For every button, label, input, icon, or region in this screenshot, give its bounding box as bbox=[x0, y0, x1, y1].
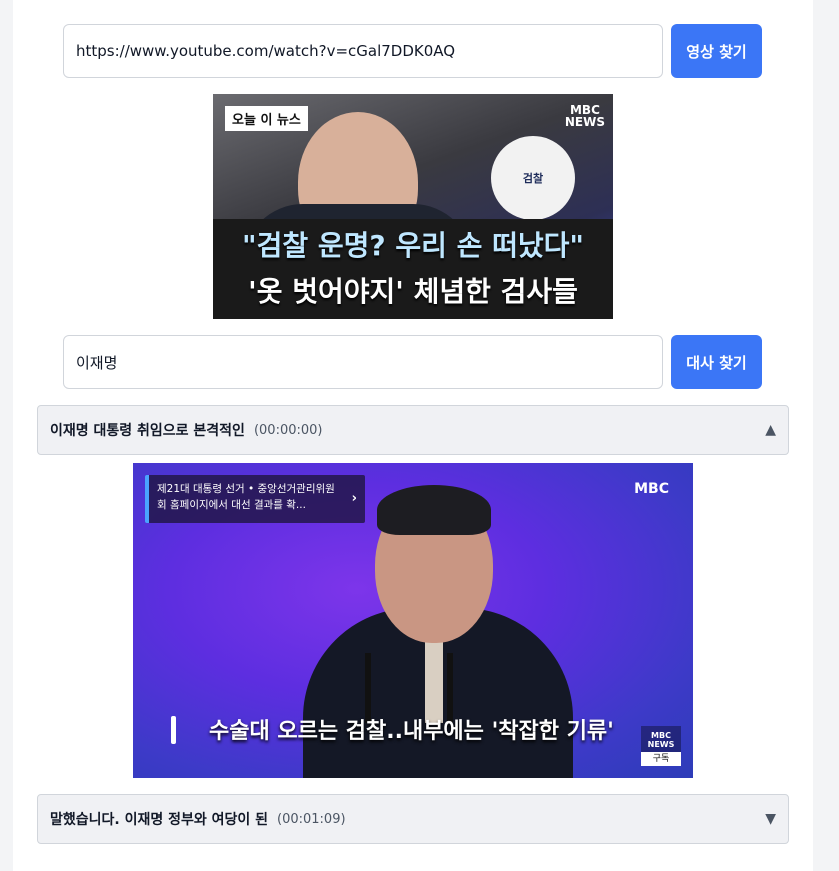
embedded-video-player[interactable]: 제21대 대통령 선거 • 중앙선거관리위원회 홈페이지에서 대선 결과를 확.… bbox=[133, 463, 693, 778]
line-search-row: 대사 찾기 bbox=[63, 335, 762, 389]
video-info-card[interactable]: 제21대 대통령 선거 • 중앙선거관리위원회 홈페이지에서 대선 결과를 확.… bbox=[145, 475, 365, 523]
caption-marker bbox=[171, 716, 176, 744]
info-card-text: 제21대 대통령 선거 • 중앙선거관리위원회 홈페이지에서 대선 결과를 확.… bbox=[157, 483, 335, 511]
video-mbc-logo: MBC bbox=[634, 481, 669, 497]
result-accordion-2[interactable]: 말했습니다. 이재명 정부와 여당이 된 (00:01:09) ▼ bbox=[37, 794, 789, 844]
prosecution-seal: 검찰 bbox=[491, 136, 575, 220]
video-thumbnail: 검찰 오늘 이 뉴스 MBC NEWS "검찰 운명? 우리 손 떠났다" '옷… bbox=[213, 94, 613, 319]
chevron-right-icon: › bbox=[351, 491, 357, 506]
find-video-button[interactable]: 영상 찾기 bbox=[671, 24, 762, 78]
result-timestamp: (00:00:00) bbox=[253, 422, 323, 438]
logo-line-2: NEWS bbox=[564, 115, 605, 129]
mbc-news-logo: MBC NEWS bbox=[565, 104, 605, 128]
badge-logo-line-1: MBC bbox=[651, 731, 671, 740]
thumbnail-tag: 오늘 이 뉴스 bbox=[225, 106, 308, 131]
video-caption: 수술대 오르는 검찰..내부에는 '착잡한 기류' bbox=[209, 719, 614, 744]
result-title: 말했습니다. 이재명 정부와 여당이 된 bbox=[50, 812, 269, 828]
collapse-arrow-icon[interactable]: ▲ bbox=[765, 422, 776, 438]
thumbnail-headline-2: '옷 벗어야지' 체념한 검사들 bbox=[248, 275, 578, 308]
video-person-hair bbox=[377, 485, 491, 535]
subscribe-badge[interactable]: MBC NEWS 구독 bbox=[641, 726, 681, 766]
line-search-input[interactable] bbox=[63, 335, 663, 389]
result-accordion-1[interactable]: 이재명 대통령 취임으로 본격적인 (00:00:00) ▲ bbox=[37, 405, 789, 455]
result-timestamp: (00:01:09) bbox=[277, 811, 346, 827]
badge-logo-line-2: NEWS bbox=[647, 740, 675, 749]
expand-arrow-icon[interactable]: ▼ bbox=[765, 811, 776, 827]
result-title: 이재명 대통령 취임으로 본격적인 bbox=[50, 423, 245, 439]
video-url-input[interactable] bbox=[63, 24, 663, 78]
thumbnail-headline-1: "검찰 운명? 우리 손 떠났다" bbox=[241, 229, 584, 262]
video-search-row: 영상 찾기 bbox=[63, 24, 762, 78]
find-line-button[interactable]: 대사 찾기 bbox=[671, 335, 762, 389]
subscribe-label: 구독 bbox=[641, 752, 681, 766]
page-container: 영상 찾기 검찰 오늘 이 뉴스 MBC NEWS "검찰 운명? 우리 손 떠… bbox=[13, 0, 813, 871]
video-person-tie bbox=[425, 633, 443, 723]
badge-logo: MBC NEWS bbox=[641, 726, 681, 749]
